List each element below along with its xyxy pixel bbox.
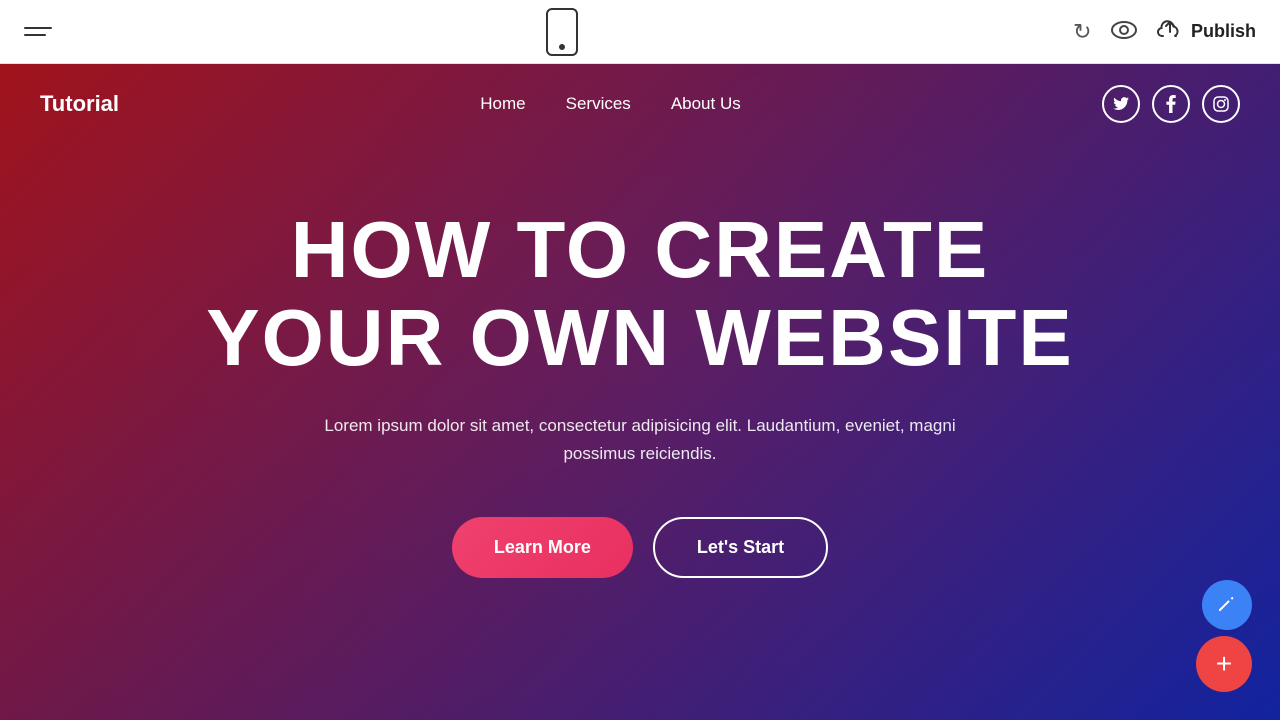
eye-preview-icon[interactable]	[1111, 19, 1137, 45]
mobile-preview-icon[interactable]	[546, 8, 578, 56]
site-logo: Tutorial	[40, 91, 119, 117]
hero-subtitle: Lorem ipsum dolor sit amet, consectetur …	[290, 412, 990, 466]
toolbar-left	[24, 27, 52, 36]
toolbar-center	[546, 8, 578, 56]
site-navigation: Home Services About Us	[480, 94, 740, 114]
toolbar: ↺ Publish	[0, 0, 1280, 64]
hero-buttons: Learn More Let's Start	[452, 517, 828, 578]
publish-button[interactable]: Publish	[1157, 18, 1256, 45]
lets-start-button[interactable]: Let's Start	[653, 517, 828, 578]
nav-home[interactable]: Home	[480, 94, 525, 114]
add-fab-button[interactable]: +	[1196, 636, 1252, 692]
facebook-icon[interactable]	[1152, 85, 1190, 123]
social-icons-group	[1102, 85, 1240, 123]
site-navbar: Tutorial Home Services About Us	[0, 64, 1280, 144]
hero-title: HOW TO CREATE YOUR OWN WEBSITE	[206, 206, 1074, 382]
learn-more-button[interactable]: Learn More	[452, 517, 633, 578]
nav-services[interactable]: Services	[566, 94, 631, 114]
twitter-icon[interactable]	[1102, 85, 1140, 123]
site-preview: Tutorial Home Services About Us	[0, 64, 1280, 720]
publish-label: Publish	[1191, 21, 1256, 42]
hamburger-menu-icon[interactable]	[24, 27, 52, 36]
edit-fab-button[interactable]	[1202, 580, 1252, 630]
nav-about-us[interactable]: About Us	[671, 94, 741, 114]
toolbar-right: ↺ Publish	[1073, 18, 1256, 45]
undo-icon[interactable]: ↺	[1073, 19, 1091, 45]
cloud-upload-icon	[1157, 18, 1183, 45]
instagram-icon[interactable]	[1202, 85, 1240, 123]
hero-section: HOW TO CREATE YOUR OWN WEBSITE Lorem ips…	[0, 64, 1280, 720]
